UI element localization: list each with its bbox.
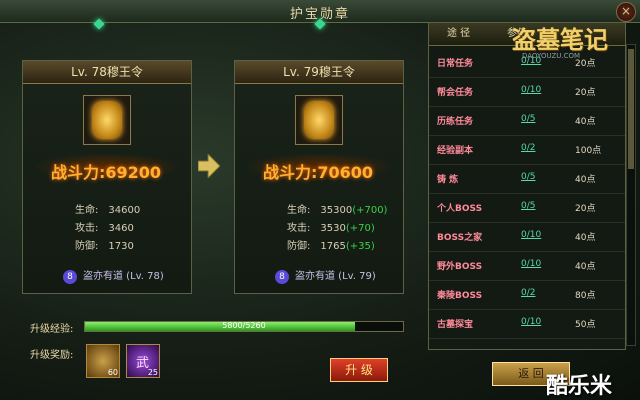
source-name: 日常任务 [437,59,474,69]
source-points: 20点 [575,204,596,214]
medal-icon [92,101,122,139]
source-progress-link[interactable]: 0/10 [521,230,541,240]
source-progress-link[interactable]: 0/10 [521,317,541,327]
combat-power: 战斗力:69200 [51,163,162,182]
martial-token-icon[interactable]: 武 25 [126,344,160,378]
source-row: 铸 炼 0/5 40点 [429,163,625,194]
current-level-title: Lv. 78穆王令 [23,61,191,84]
source-row: 个人BOSS 0/5 20点 [429,192,625,223]
source-points: 20点 [575,88,596,98]
source-name: 秦陵BOSS [437,291,483,301]
scrollbar[interactable] [626,44,636,346]
skill-name: 盗亦有道 (Lv. 78) [83,271,164,282]
source-progress-link[interactable]: 0/10 [521,85,541,95]
source-progress-link[interactable]: 0/10 [521,259,541,269]
source-points: 100点 [575,146,602,156]
source-row: 经验副本 0/2 100点 [429,134,625,165]
source-name: 铸 炼 [437,175,459,185]
source-points: 40点 [575,175,596,185]
stat-defense: 防御: 1730 [75,241,134,252]
game-window: 护宝勋章 × Lv. 78穆王令 战斗力:69200 生命: 34600 攻击: 3… [0,0,640,400]
combat-power: 战斗力:70600 [263,163,374,182]
skill-icon[interactable]: 8 [63,270,77,284]
skill-line: 8 盗亦有道 (Lv. 79) [275,267,376,284]
logo-subtitle: DAOYOUZU.COM [522,52,581,60]
source-points: 80点 [575,291,596,301]
source-progress-link[interactable]: 0/2 [521,288,535,298]
skill-icon[interactable]: 8 [275,270,289,284]
skill-name: 盗亦有道 (Lv. 79) [295,271,376,282]
watermark: 酷乐米 [546,374,613,399]
source-name: 经验副本 [437,146,474,156]
column-path: 途 径 [447,28,471,39]
stat-hp: 生命: 35300(+700) [287,205,388,216]
source-points: 40点 [575,233,596,243]
close-button[interactable]: × [616,2,636,22]
medal-icon [304,101,334,139]
source-row: BOSS之家 0/10 40点 [429,221,625,252]
source-name: 古墓探宝 [437,320,474,330]
current-level-panel: Lv. 78穆王令 战斗力:69200 生命: 34600 攻击: 3460 防御:… [22,60,192,294]
game-logo: 盗墓笔记 [512,25,608,54]
source-progress-link[interactable]: 0/5 [521,172,535,182]
scroll-thumb[interactable] [628,49,634,169]
source-progress-link[interactable]: 0/5 [521,114,535,124]
source-progress-link[interactable]: 0/5 [521,201,535,211]
stat-attack: 攻击: 3460 [75,223,134,234]
next-level-panel: Lv. 79穆王令 战斗力:70600 生命: 35300(+700) 攻击: 35… [234,60,404,294]
xp-label: 升级经验: [30,324,74,335]
stat-defense: 防御: 1765(+35) [287,241,375,252]
arrow-right-icon [198,154,220,178]
skill-line: 8 盗亦有道 (Lv. 78) [63,267,164,284]
reward-count: 25 [147,368,158,377]
source-name: 历练任务 [437,117,474,127]
medal-slot[interactable] [83,95,131,145]
source-name: 帮会任务 [437,88,474,98]
source-list-panel: 途 径 参与 日常任务 0/10 20点 帮会任务 0/10 20点 历练任务 0/5 40点经… [428,22,626,350]
xp-progress-text: 5800/5260 [222,321,266,330]
source-row: 古墓探宝 0/10 50点 [429,308,625,339]
reward-count: 60 [107,368,118,377]
upgrade-button[interactable]: 升 级 [330,358,388,382]
reward-label: 升级奖励: [30,350,74,361]
medal-slot[interactable] [295,95,343,145]
stat-attack: 攻击: 3530(+70) [287,223,375,234]
source-points: 40点 [575,117,596,127]
source-points: 40点 [575,262,596,272]
source-name: 个人BOSS [437,204,483,214]
source-name: BOSS之家 [437,233,483,243]
gold-bar-icon[interactable]: 60 [86,344,120,378]
next-level-title: Lv. 79穆王令 [235,61,403,84]
source-points: 50点 [575,320,596,330]
source-row: 秦陵BOSS 0/2 80点 [429,279,625,310]
source-progress-link[interactable]: 0/2 [521,143,535,153]
source-row: 历练任务 0/5 40点 [429,105,625,136]
source-row: 帮会任务 0/10 20点 [429,76,625,107]
stat-hp: 生命: 34600 [75,205,141,216]
xp-progress-bar: 5800/5260 [84,321,404,332]
source-name: 野外BOSS [437,262,483,272]
source-row: 野外BOSS 0/10 40点 [429,250,625,281]
